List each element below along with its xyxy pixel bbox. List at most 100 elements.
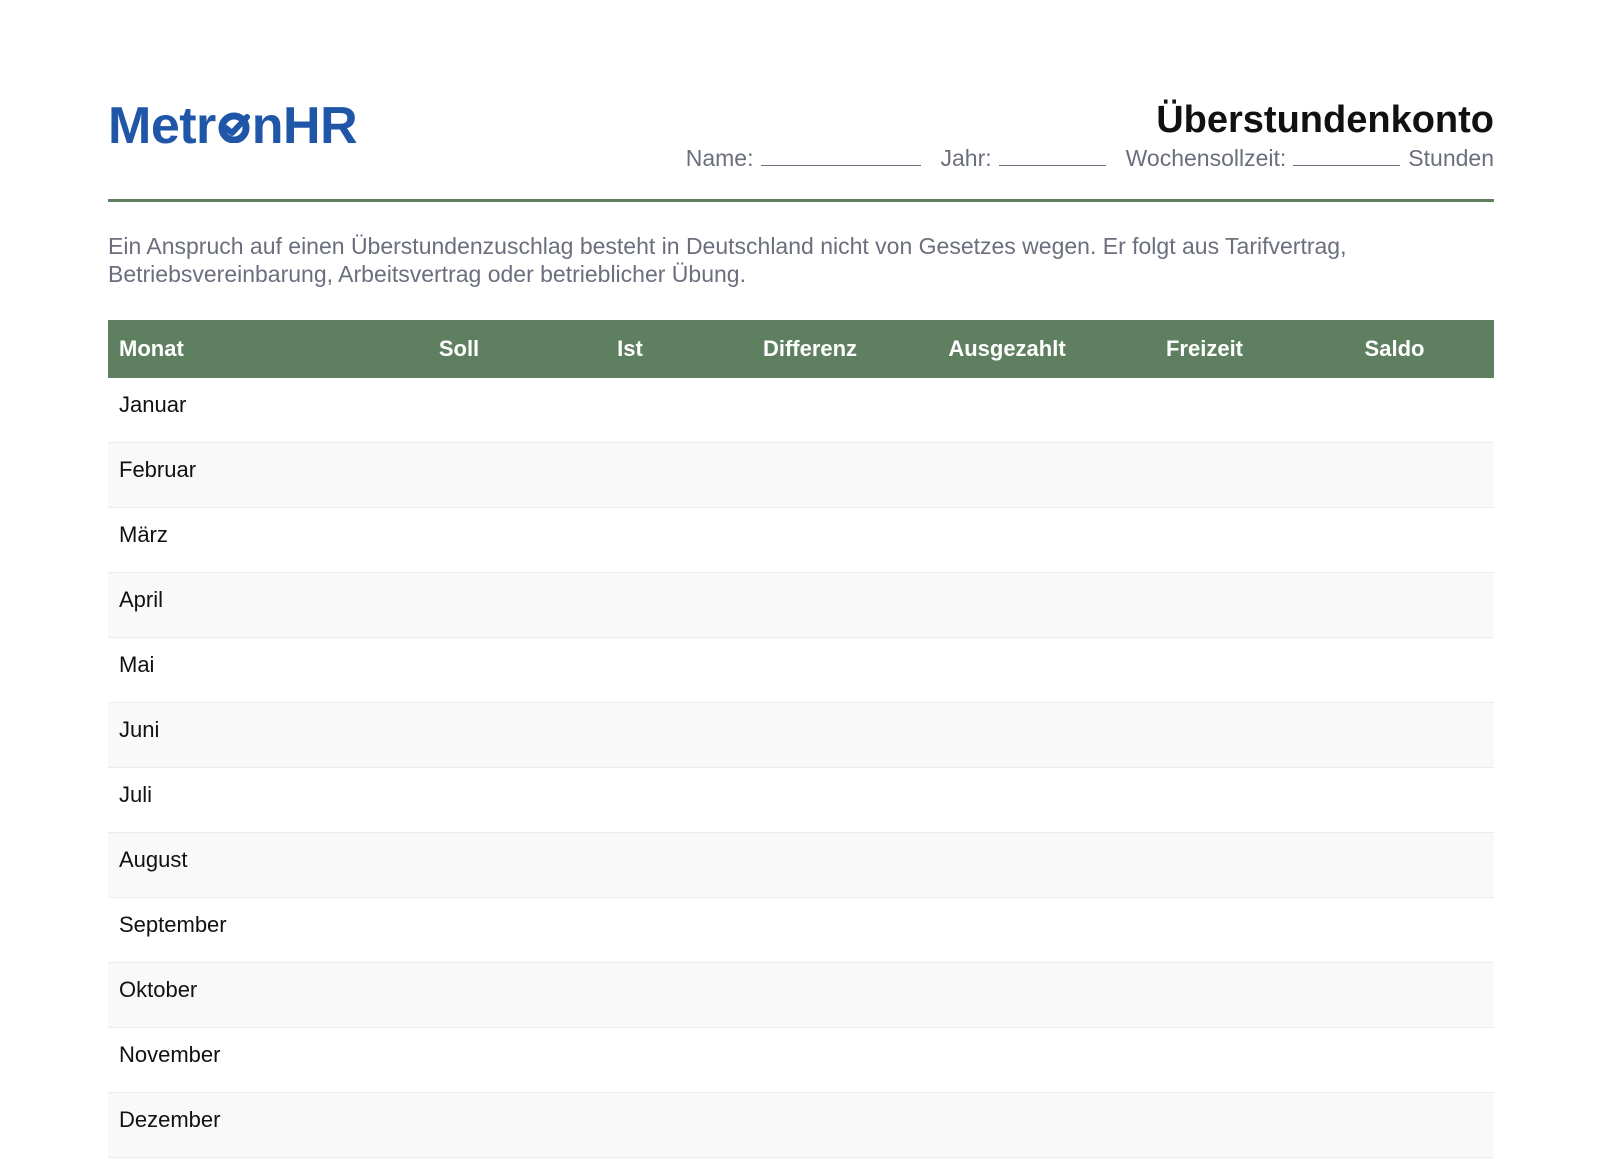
month-cell: April bbox=[108, 572, 378, 638]
paid-out-cell bbox=[900, 702, 1114, 768]
logo-text-end: nHR bbox=[251, 97, 358, 155]
actual-cell bbox=[540, 378, 720, 443]
header-divider bbox=[108, 199, 1494, 202]
table-row: Juli bbox=[108, 767, 1494, 833]
paid-out-cell bbox=[900, 572, 1114, 638]
paid-out-cell bbox=[900, 637, 1114, 703]
table-row: Mai bbox=[108, 637, 1494, 703]
time-off-cell bbox=[1114, 832, 1295, 898]
balance-cell bbox=[1295, 637, 1494, 703]
balance-cell bbox=[1295, 767, 1494, 833]
time-off-cell bbox=[1114, 378, 1295, 443]
time-off-cell bbox=[1114, 1027, 1295, 1093]
target-cell bbox=[378, 1027, 540, 1093]
month-cell: Februar bbox=[108, 442, 378, 508]
table-row: Januar bbox=[108, 378, 1494, 443]
paid-out-cell bbox=[900, 378, 1114, 443]
actual-cell bbox=[540, 442, 720, 508]
table-row: August bbox=[108, 832, 1494, 898]
month-cell: Januar bbox=[108, 378, 378, 443]
name-field: Name: bbox=[686, 147, 921, 170]
month-cell: September bbox=[108, 897, 378, 963]
difference-cell bbox=[720, 572, 900, 638]
actual-cell bbox=[540, 832, 720, 898]
balance-cell bbox=[1295, 962, 1494, 1028]
time-off-cell bbox=[1114, 962, 1295, 1028]
column-header-time-off: Freizeit bbox=[1114, 320, 1295, 378]
table-row: Juni bbox=[108, 702, 1494, 768]
document-header: Metr nHR Überstundenkonto Name: Jahr: Wo… bbox=[108, 95, 1494, 205]
balance-cell bbox=[1295, 702, 1494, 768]
name-blank-line bbox=[760, 147, 921, 166]
table-header-row: Monat Soll Ist Differenz Ausgezahlt Frei… bbox=[108, 320, 1494, 378]
actual-cell bbox=[540, 897, 720, 963]
actual-cell bbox=[540, 767, 720, 833]
year-field: Jahr: bbox=[941, 147, 1106, 170]
balance-cell bbox=[1295, 572, 1494, 638]
actual-cell bbox=[540, 637, 720, 703]
hours-unit: Stunden bbox=[1408, 145, 1494, 171]
difference-cell bbox=[720, 767, 900, 833]
difference-cell bbox=[720, 1092, 900, 1158]
month-cell: Mai bbox=[108, 637, 378, 703]
column-header-balance: Saldo bbox=[1295, 320, 1494, 378]
document-page: Metr nHR Überstundenkonto Name: Jahr: Wo… bbox=[108, 0, 1494, 1158]
target-cell bbox=[378, 378, 540, 443]
month-cell: August bbox=[108, 832, 378, 898]
difference-cell bbox=[720, 832, 900, 898]
month-cell: Dezember bbox=[108, 1092, 378, 1158]
column-header-difference: Differenz bbox=[720, 320, 900, 378]
time-off-cell bbox=[1114, 767, 1295, 833]
name-label: Name: bbox=[685, 145, 754, 171]
actual-cell bbox=[540, 507, 720, 573]
target-cell bbox=[378, 442, 540, 508]
time-off-cell bbox=[1114, 572, 1295, 638]
page-title: Überstundenkonto bbox=[1156, 99, 1494, 141]
balance-cell bbox=[1295, 507, 1494, 573]
difference-cell bbox=[720, 507, 900, 573]
difference-cell bbox=[720, 442, 900, 508]
balance-cell bbox=[1295, 832, 1494, 898]
difference-cell bbox=[720, 897, 900, 963]
difference-cell bbox=[720, 1027, 900, 1093]
paid-out-cell bbox=[900, 767, 1114, 833]
balance-cell bbox=[1295, 897, 1494, 963]
time-off-cell bbox=[1114, 637, 1295, 703]
target-cell bbox=[378, 767, 540, 833]
month-cell: Oktober bbox=[108, 962, 378, 1028]
weekly-hours-blank-line bbox=[1293, 147, 1401, 166]
paid-out-cell bbox=[900, 1027, 1114, 1093]
time-off-cell bbox=[1114, 702, 1295, 768]
logo-o-check-icon bbox=[218, 112, 250, 143]
month-cell: März bbox=[108, 507, 378, 573]
column-header-paid-out: Ausgezahlt bbox=[900, 320, 1114, 378]
target-cell bbox=[378, 832, 540, 898]
table-row: Februar bbox=[108, 442, 1494, 508]
weekly-hours-label: Wochensollzeit: bbox=[1125, 145, 1287, 171]
actual-cell bbox=[540, 702, 720, 768]
column-header-month: Monat bbox=[108, 320, 378, 378]
paid-out-cell bbox=[900, 832, 1114, 898]
time-off-cell bbox=[1114, 507, 1295, 573]
table-row: März bbox=[108, 507, 1494, 573]
paid-out-cell bbox=[900, 1092, 1114, 1158]
table-row: April bbox=[108, 572, 1494, 638]
overtime-table: Monat Soll Ist Differenz Ausgezahlt Frei… bbox=[108, 320, 1494, 1158]
difference-cell bbox=[720, 637, 900, 703]
column-header-actual: Ist bbox=[540, 320, 720, 378]
target-cell bbox=[378, 572, 540, 638]
difference-cell bbox=[720, 378, 900, 443]
month-cell: November bbox=[108, 1027, 378, 1093]
target-cell bbox=[378, 702, 540, 768]
balance-cell bbox=[1295, 1027, 1494, 1093]
header-fields: Name: Jahr: Wochensollzeit: Stunden bbox=[686, 147, 1494, 170]
target-cell bbox=[378, 1092, 540, 1158]
month-cell: Juni bbox=[108, 702, 378, 768]
time-off-cell bbox=[1114, 897, 1295, 963]
actual-cell bbox=[540, 1092, 720, 1158]
target-cell bbox=[378, 507, 540, 573]
company-logo: Metr nHR bbox=[108, 97, 358, 155]
table-row: Oktober bbox=[108, 962, 1494, 1028]
table-row: September bbox=[108, 897, 1494, 963]
difference-cell bbox=[720, 702, 900, 768]
